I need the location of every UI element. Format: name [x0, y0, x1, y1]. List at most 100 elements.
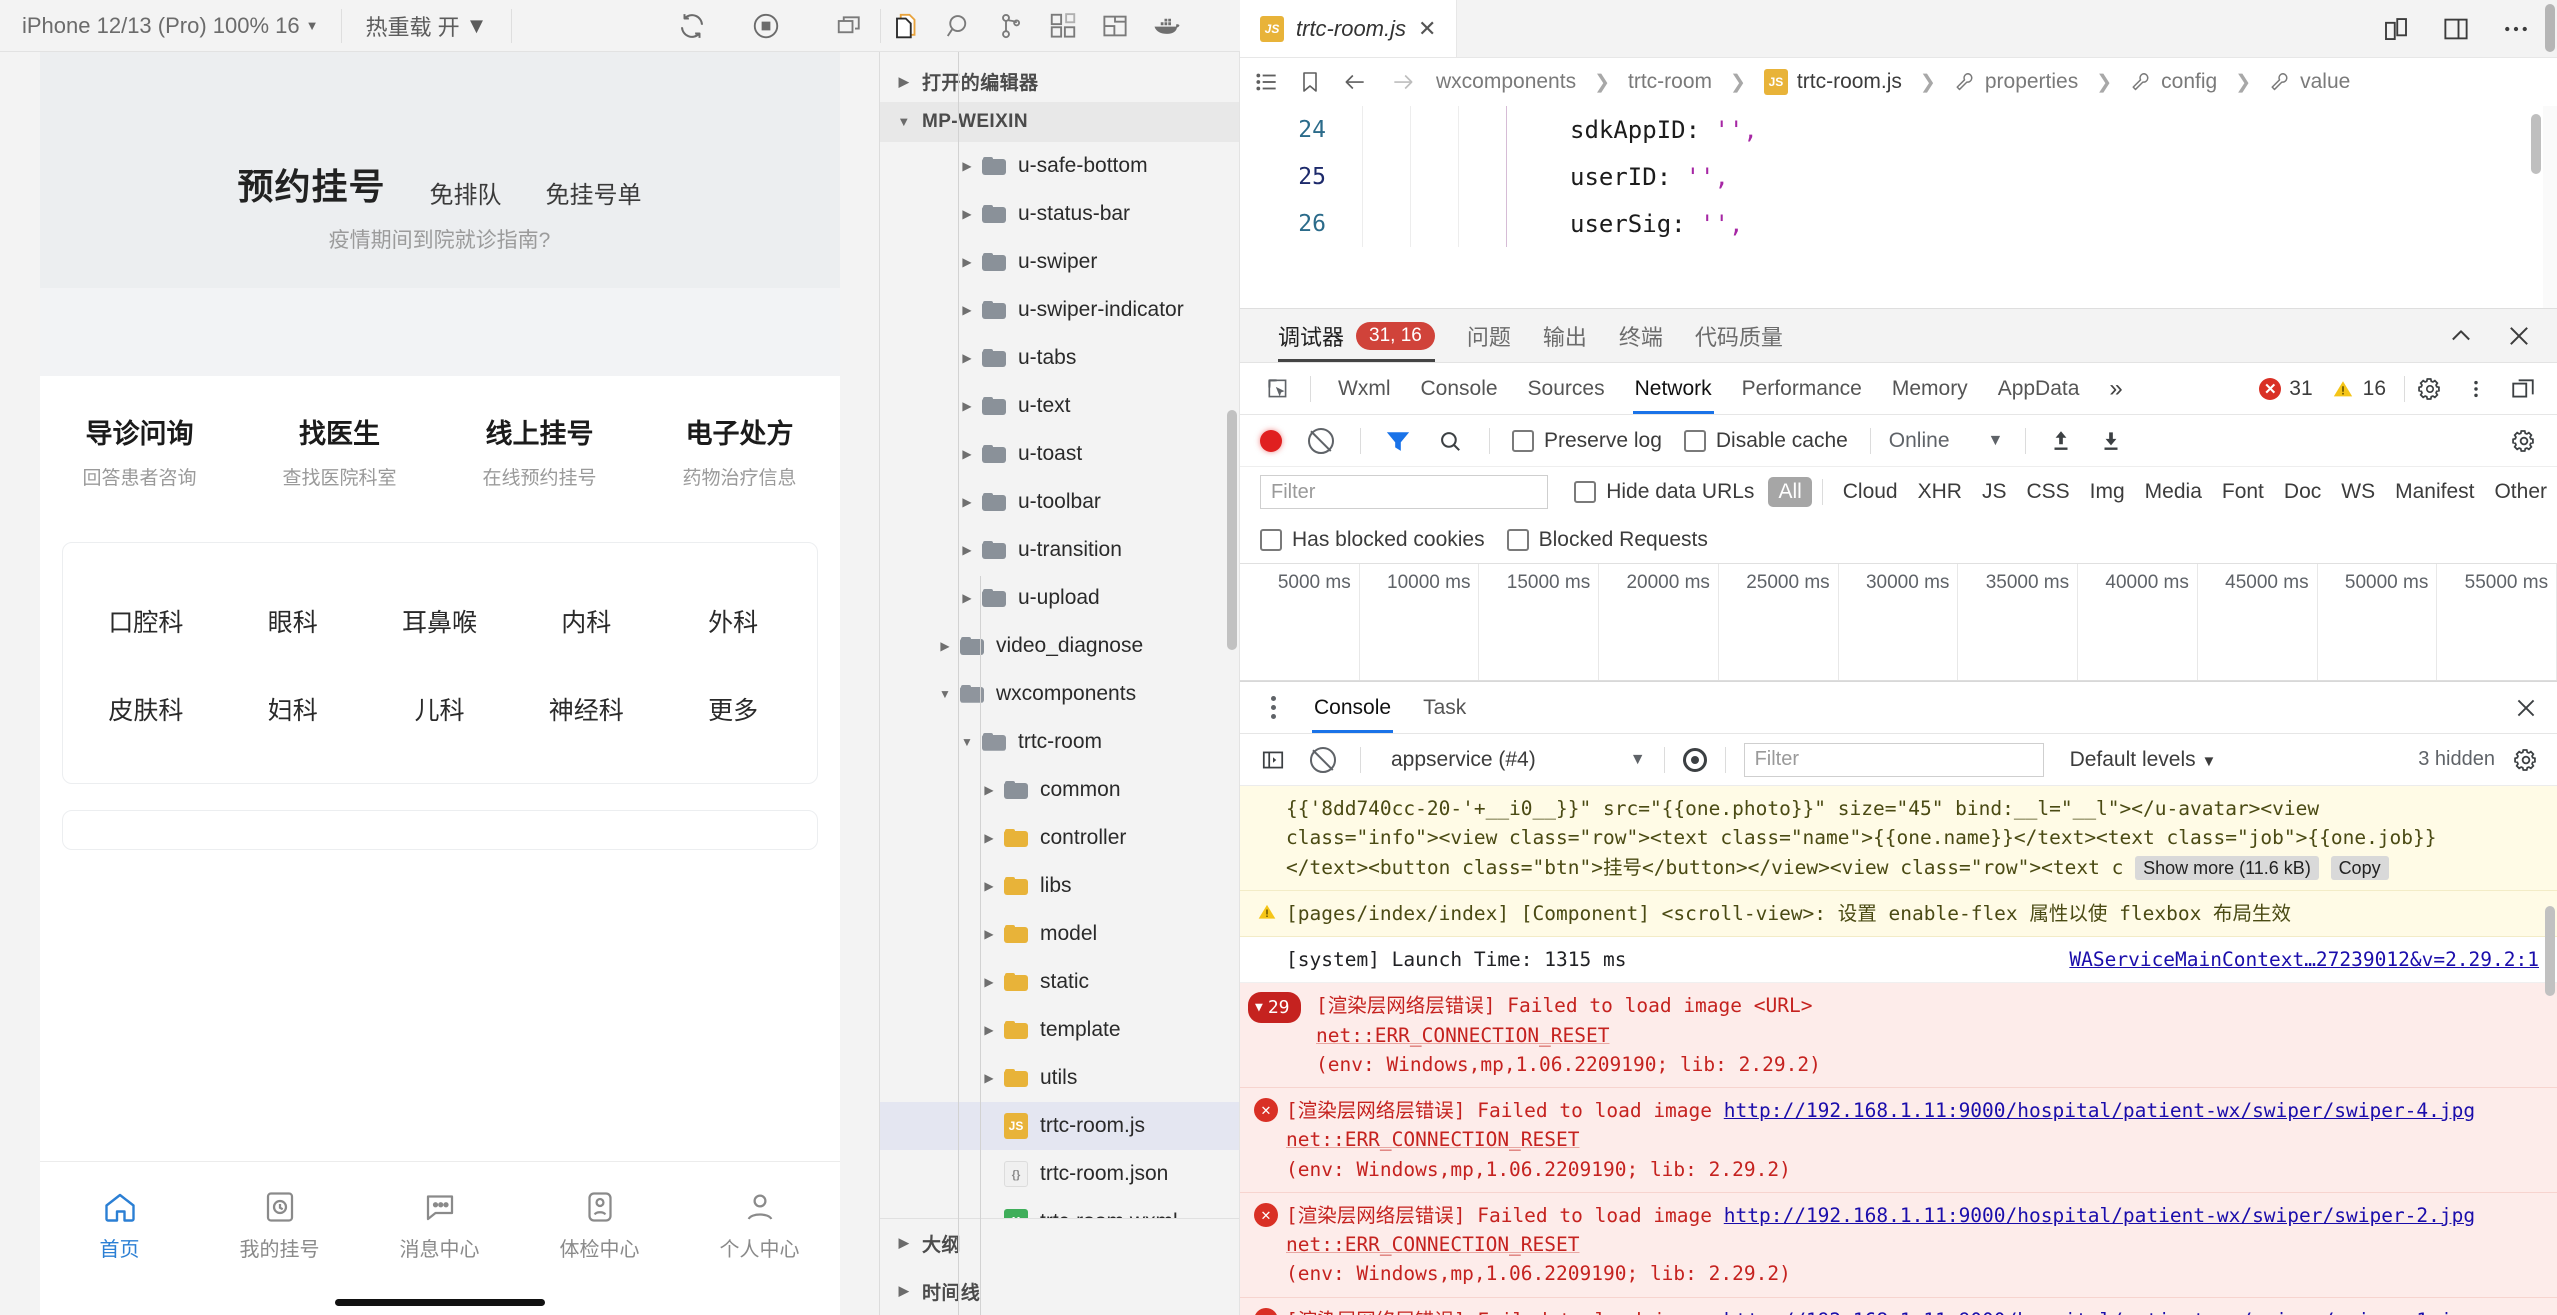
chevron-right-icon[interactable]: ▶: [978, 831, 1000, 845]
devtools-overflow-icon[interactable]: »: [2094, 363, 2137, 414]
tree-item[interactable]: ▶ u-safe-bottom: [880, 142, 1239, 190]
extensions-icon[interactable]: [1037, 11, 1089, 41]
execution-context-select[interactable]: appservice (#4): [1391, 748, 1536, 772]
record-button[interactable]: [1260, 429, 1282, 452]
close-icon[interactable]: [2505, 322, 2533, 350]
console-scrollbar[interactable]: [2543, 786, 2557, 1315]
console-message-warning[interactable]: [pages/index/index] [Component] <scroll-…: [1240, 890, 2557, 937]
tree-item[interactable]: ▶ u-swiper: [880, 238, 1239, 286]
split-editor-icon[interactable]: [2381, 14, 2411, 44]
tree-item[interactable]: ▶ model: [880, 910, 1239, 958]
tabbar-item-profile[interactable]: 个人中心: [680, 1189, 840, 1262]
type-filter-js[interactable]: JS: [1972, 477, 2017, 507]
chevron-right-icon[interactable]: ▶: [956, 207, 978, 221]
gear-icon[interactable]: [2513, 747, 2557, 773]
console-log-list[interactable]: {{'8dd740cc-20-'+__i0__}}" src="{{one.ph…: [1240, 786, 2557, 1315]
tree-item[interactable]: ▶ u-text: [880, 382, 1239, 430]
section-open-editors[interactable]: ▶ 打开的编辑器: [880, 62, 1239, 102]
search-icon[interactable]: [933, 11, 985, 41]
tabbar-item-home[interactable]: 首页: [40, 1189, 200, 1262]
layout-icon[interactable]: [1089, 11, 1141, 41]
chevron-right-icon[interactable]: ▶: [956, 543, 978, 557]
console-message-error-group[interactable]: ▼ 29 [渲染层网络层错误] Failed to load image <URL…: [1240, 983, 2557, 1088]
window-scrollbar[interactable]: [2543, 0, 2557, 60]
group-count-badge[interactable]: ▼ 29: [1248, 992, 1301, 1024]
tree-item[interactable]: ▶ u-upload: [880, 574, 1239, 622]
tree-item[interactable]: ▶ u-toolbar: [880, 478, 1239, 526]
devtools-tab-appdata[interactable]: AppData: [1983, 363, 2095, 414]
search-icon[interactable]: [1437, 428, 1463, 454]
window-split-icon[interactable]: [820, 11, 880, 41]
inspect-element-icon[interactable]: [1258, 376, 1298, 402]
chevron-down-icon[interactable]: ▼: [956, 735, 978, 749]
breadcrumb-item-wxcomponents[interactable]: wxcomponents: [1436, 70, 1576, 94]
section-outline[interactable]: ▶ 大纲: [880, 1219, 1239, 1267]
tree-item[interactable]: ▶ utils: [880, 1054, 1239, 1102]
stop-record-icon[interactable]: [749, 9, 783, 43]
type-filter-manifest[interactable]: Manifest: [2385, 477, 2484, 507]
tabbar-item-messages[interactable]: 消息中心: [360, 1189, 520, 1262]
console-message-system[interactable]: [system] Launch Time: 1315 ms WAServiceM…: [1240, 937, 2557, 984]
chevron-right-icon[interactable]: ▶: [978, 1023, 1000, 1037]
type-filter-ws[interactable]: WS: [2331, 477, 2385, 507]
chevron-right-icon[interactable]: ▶: [956, 399, 978, 413]
chevron-right-icon[interactable]: ▶: [956, 591, 978, 605]
network-filter-input[interactable]: Filter: [1260, 475, 1549, 509]
department-item[interactable]: 眼科: [219, 577, 366, 665]
department-item[interactable]: 内科: [513, 577, 660, 665]
chevron-right-icon[interactable]: ▶: [934, 639, 956, 653]
chevron-up-icon[interactable]: [2447, 322, 2475, 350]
source-control-icon[interactable]: [985, 11, 1037, 41]
filter-funnel-icon[interactable]: [1385, 428, 1411, 454]
tree-item[interactable]: ▶ u-toast: [880, 430, 1239, 478]
console-message-error[interactable]: ✕ [渲染层网络层错误] Failed to load image http:/…: [1240, 1192, 2557, 1298]
tree-item[interactable]: ▼ trtc-room: [880, 718, 1239, 766]
network-timeline[interactable]: 5000 ms 10000 ms 15000 ms 20000 ms 25000 ms 3…: [1240, 563, 2557, 681]
tree-item[interactable]: ▶ libs: [880, 862, 1239, 910]
department-item[interactable]: 神经科: [513, 665, 660, 753]
layout-panel-icon[interactable]: [2441, 14, 2471, 44]
console-message-html[interactable]: {{'8dd740cc-20-'+__i0__}}" src="{{one.ph…: [1240, 786, 2557, 891]
editor-tab-trtc-room-js[interactable]: JS trtc-room.js ✕: [1240, 0, 1458, 57]
section-timeline[interactable]: ▶ 时间线: [880, 1267, 1239, 1315]
tree-item[interactable]: ▶ u-status-bar: [880, 190, 1239, 238]
chevron-right-icon[interactable]: ▶: [956, 447, 978, 461]
tree-item[interactable]: ▶ u-tabs: [880, 334, 1239, 382]
download-icon[interactable]: [2098, 428, 2124, 454]
quick-action-item[interactable]: 找医生 查找医院科室: [240, 412, 440, 490]
live-expression-icon[interactable]: [1682, 747, 1707, 772]
quick-action-item[interactable]: 电子处方 药物治疗信息: [640, 412, 840, 490]
kebab-icon[interactable]: [2465, 376, 2487, 402]
console-message-error[interactable]: ✕ [渲染层网络层错误] Failed to load image http:/…: [1240, 1088, 2557, 1193]
chevron-right-icon[interactable]: ▶: [956, 495, 978, 509]
tree-item[interactable]: ▼ wxcomponents: [880, 670, 1239, 718]
show-more-button[interactable]: Show more (11.6 kB): [2135, 855, 2319, 880]
tree-item[interactable]: ▶ u-transition: [880, 526, 1239, 574]
devtools-tab-sources[interactable]: Sources: [1513, 363, 1620, 414]
tree-item[interactable]: ▶ common: [880, 766, 1239, 814]
more-actions-icon[interactable]: [2501, 14, 2531, 44]
chevron-right-icon[interactable]: ▶: [956, 351, 978, 365]
panel-tab-output[interactable]: 输出: [1527, 309, 1603, 362]
type-filter-font[interactable]: Font: [2212, 477, 2274, 507]
chevron-down-icon[interactable]: ▼: [1630, 751, 1646, 769]
panel-tab-terminal[interactable]: 终端: [1603, 309, 1679, 362]
chevron-right-icon[interactable]: ▶: [956, 255, 978, 269]
bookmark-icon[interactable]: [1298, 69, 1322, 95]
clear-icon[interactable]: [1310, 746, 1336, 773]
tree-item[interactable]: {} trtc-room.json: [880, 1150, 1239, 1198]
type-filter-all[interactable]: All: [1768, 477, 1812, 507]
tree-item[interactable]: ▶ video_diagnose: [880, 622, 1239, 670]
image-url-link[interactable]: http://192.168.1.11:9000/hospital/patien…: [1724, 1099, 2475, 1122]
breadcrumb-item-file[interactable]: JS trtc-room.js: [1763, 69, 1902, 95]
image-url-link[interactable]: http://192.168.1.11:9000/hospital/patien…: [1724, 1309, 2475, 1315]
department-item[interactable]: 耳鼻喉: [366, 577, 513, 665]
upload-icon[interactable]: [2048, 428, 2074, 454]
tree-item[interactable]: ▶ template: [880, 1006, 1239, 1054]
chevron-down-icon[interactable]: ▼: [934, 687, 956, 701]
department-item[interactable]: 妇科: [219, 665, 366, 753]
chevron-right-icon[interactable]: ▶: [978, 927, 1000, 941]
panel-tab-code-quality[interactable]: 代码质量: [1679, 309, 1799, 362]
blocked-requests-checkbox[interactable]: Blocked Requests: [1506, 528, 1708, 552]
minimap[interactable]: [2543, 106, 2557, 308]
